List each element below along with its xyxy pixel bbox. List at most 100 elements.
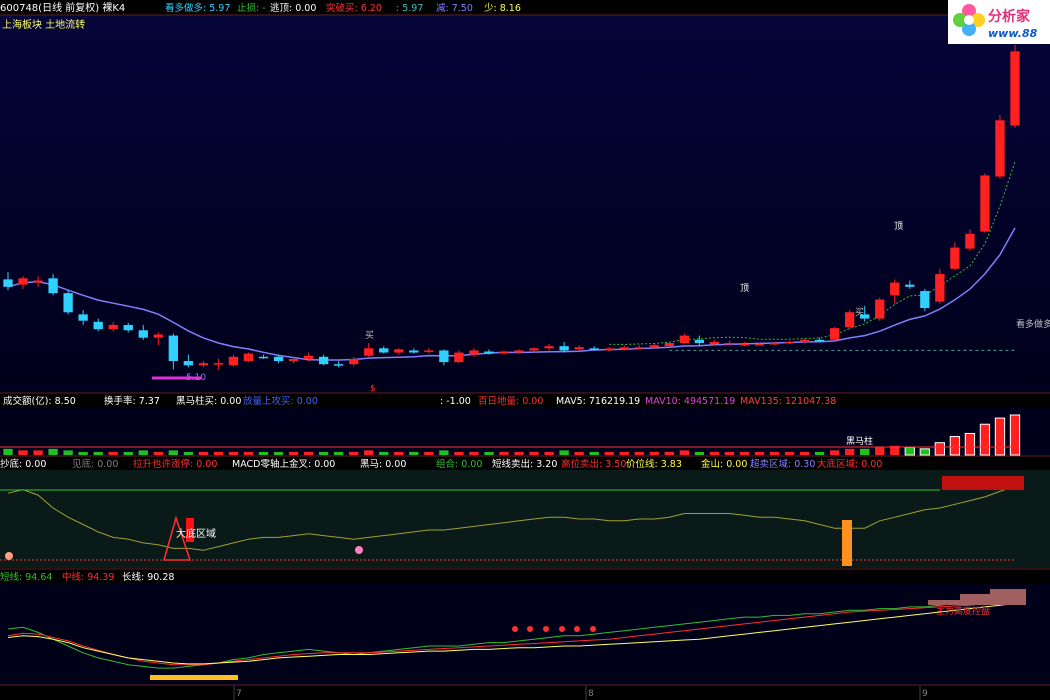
volume-bar — [754, 451, 765, 455]
volume-bar — [709, 451, 720, 455]
volume-header-item-4: : -1.00 — [440, 396, 471, 407]
indicator1-header-item-8: 价位线: 3.83 — [626, 458, 682, 470]
candle — [364, 348, 374, 356]
brand-logo: 分析家 www.88 — [948, 0, 1050, 44]
volume-header-item-2: 黑马柱买: 0.00 — [176, 395, 241, 407]
volume-bar — [724, 451, 735, 455]
volume-bar — [198, 451, 209, 455]
volume-bar — [183, 451, 194, 455]
header-item-4: : 5.97 — [396, 3, 423, 14]
candle — [439, 350, 449, 363]
candle — [814, 339, 825, 342]
volume-bar — [664, 451, 674, 455]
sell-mark: $ — [370, 384, 376, 394]
indicator1-annotation: 大底区域 — [176, 527, 216, 540]
volume-bar — [243, 451, 254, 455]
indicator1-header-item-4: 黑马: 0.00 — [360, 459, 406, 470]
indicator1-header-item-5: 组合: 0.00 — [436, 458, 482, 470]
candle — [394, 349, 404, 353]
volume-bar — [604, 451, 614, 455]
candle — [409, 350, 419, 353]
candle — [574, 347, 584, 350]
indicator1-header-item-3: MACD零轴上金叉: 0.00 — [232, 458, 335, 470]
candle — [499, 351, 509, 354]
volume-bar — [63, 450, 73, 455]
volume-bar — [439, 450, 449, 455]
volume-bar — [394, 451, 404, 455]
volume-bar — [364, 450, 374, 455]
candle — [634, 347, 644, 349]
header-item-6: 少: 8.16 — [484, 3, 521, 14]
header-item-2: 逃顶: 0.00 — [270, 2, 316, 14]
candle — [739, 344, 750, 346]
indicator2-bottom-bar — [150, 675, 238, 680]
volume-bar — [484, 451, 494, 455]
indicator2-pane[interactable] — [0, 583, 1050, 685]
indicator2-marker — [527, 626, 533, 632]
candle — [754, 344, 765, 346]
candle — [288, 358, 299, 362]
volume-bar — [409, 451, 419, 455]
volume-bar — [860, 448, 870, 455]
candle — [484, 351, 494, 354]
volume-bar — [288, 451, 299, 455]
candle — [18, 278, 28, 285]
volume-bar — [619, 451, 629, 455]
indicator1-header-item-1: 见底: 0.00 — [72, 458, 118, 470]
indicator1-header-item-10: 超卖区域: 0.30 — [750, 458, 815, 470]
volume-bar — [634, 451, 644, 455]
candle — [920, 291, 930, 309]
volume-bar — [303, 451, 314, 455]
volume-bar — [48, 448, 58, 455]
volume-bar — [994, 417, 1006, 456]
buy-signal-label-2: 买 — [855, 307, 864, 318]
indicator2-header-item-2: 长线: 90.28 — [122, 571, 174, 583]
candle — [78, 314, 88, 321]
indicator1-signal-column — [842, 520, 852, 566]
indicator2-marker — [590, 626, 596, 632]
volume-bar — [33, 450, 43, 455]
volume-bar — [469, 451, 479, 455]
candle — [138, 330, 148, 338]
top-signal-label-2: 顶 — [740, 283, 749, 294]
stock-chart[interactable]: 600748(日线 前复权) 裸K4 看多做多: 5.97 止损: - 逃顶: 0.… — [0, 0, 1050, 700]
volume-bar — [574, 451, 584, 455]
candle — [649, 345, 659, 348]
candle — [183, 361, 194, 366]
indicator1-header-item-11: 大底区域: 0.00 — [817, 458, 882, 470]
candle — [123, 324, 133, 331]
volume-bar — [784, 451, 795, 455]
candle — [108, 324, 118, 330]
candle — [784, 341, 795, 344]
volume-bar — [814, 451, 825, 455]
volume-bar — [78, 451, 88, 455]
indicator2-marker — [559, 626, 565, 632]
right-signal-label: 看多做多 — [1016, 318, 1050, 330]
volume-bar — [93, 451, 103, 455]
volume-header-item-7: MAV10: 494571.19 — [645, 396, 735, 407]
volume-header-item-0: 成交额(亿): 8.50 — [3, 395, 76, 407]
candle — [1010, 51, 1020, 126]
volume-bar — [258, 451, 269, 455]
volume-bar — [799, 451, 810, 455]
candle — [799, 339, 810, 342]
indicator1-pane[interactable] — [0, 470, 1050, 568]
candle — [228, 356, 239, 366]
volume-bar — [123, 451, 133, 455]
indicator2-marker — [543, 626, 549, 632]
volume-bar — [919, 448, 930, 456]
candle — [318, 356, 329, 365]
indicator2-header-item-0: 短线: 94.64 — [0, 571, 52, 583]
candle — [544, 346, 554, 349]
candle — [950, 247, 960, 269]
indicator1-header: 抄底: 0.00 见底: 0.00 拉升也许涨停: 0.00 MACD零轴上金叉: 0… — [0, 458, 882, 470]
indicator2-header: 短线: 94.64 中线: 94.39 长线: 90.28 — [0, 571, 174, 583]
indicator2-marker — [574, 626, 580, 632]
volume-bar — [3, 448, 13, 455]
volume-bar — [544, 451, 554, 455]
top-signal-label: 顶 — [894, 221, 903, 232]
volume-bar — [273, 451, 284, 455]
volume-header-item-8: MAV135: 121047.38 — [740, 396, 836, 407]
indicator1-red-zone — [942, 476, 1024, 490]
sector-label: 上海板块 土地流转 — [2, 18, 85, 31]
